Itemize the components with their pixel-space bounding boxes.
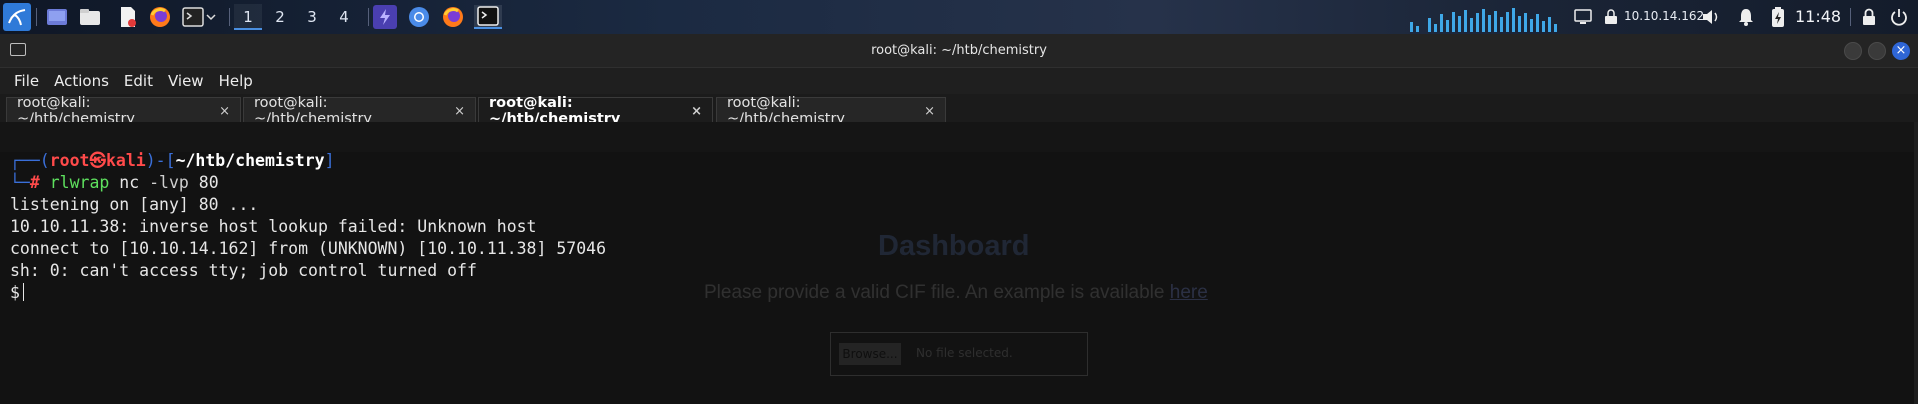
volume-icon[interactable] (1699, 5, 1723, 29)
menu-help[interactable]: Help (219, 72, 253, 90)
terminal-launcher-icon[interactable] (181, 5, 205, 29)
prompt-decoration: ┌──( (10, 151, 50, 170)
command-flag: -lvp (149, 173, 189, 192)
tab-2[interactable]: root@kali: ~/htb/chemistry × (243, 95, 476, 127)
shell-prompt-line[interactable]: $ (10, 282, 606, 304)
prompt-line: ┌──(root㉿kali)-[~/htb/chemistry] (10, 150, 606, 172)
menubar: File Actions Edit View Help (0, 68, 1918, 94)
command-name: rlwrap (49, 173, 110, 192)
background-browse-button: Browse... (839, 343, 901, 365)
tab-4[interactable]: root@kali: ~/htb/chemistry × (716, 95, 946, 127)
command-args: nc (109, 173, 150, 192)
prompt-decoration: └─ (10, 173, 30, 192)
background-heading: Dashboard (878, 230, 1030, 262)
output-line: connect to [10.10.14.162] from (UNKNOWN)… (10, 239, 607, 258)
prompt-host: kali (106, 151, 146, 170)
terminal-output-area[interactable]: Dashboard Please provide a valid CIF fil… (0, 122, 1918, 404)
prompt-user: root (49, 151, 90, 170)
output-line: listening on [any] 80 ... (10, 195, 259, 214)
tab-3-active[interactable]: root@kali: ~/htb/chemistry × (478, 95, 713, 127)
terminal-lines: ┌──(root㉿kali)-[~/htb/chemistry] └─# rlwr… (10, 150, 606, 304)
prompt-decoration: ] (324, 151, 335, 170)
tab-close-icon[interactable]: × (219, 104, 230, 119)
window-title: root@kali: ~/htb/chemistry (871, 43, 1047, 58)
file-manager-icon[interactable] (78, 5, 102, 29)
menu-view[interactable]: View (168, 72, 204, 90)
show-desktop-icon[interactable] (45, 5, 69, 29)
workspace-4[interactable]: 4 (330, 4, 358, 30)
chevron-down-icon[interactable] (204, 5, 218, 29)
clock: 11:48 (1795, 7, 1842, 26)
tab-bar: root@kali: ~/htb/chemistry × root@kali: … (0, 94, 1918, 127)
chromium-app-icon[interactable] (407, 5, 431, 29)
ip-address: 10.10.14.162 (1624, 9, 1705, 23)
text-editor-icon[interactable] (116, 5, 140, 29)
firefox-app-icon[interactable] (441, 5, 465, 29)
workspace-1[interactable]: 1 (234, 4, 262, 30)
taskbar-separator (368, 8, 369, 26)
firefox-icon[interactable] (148, 5, 172, 29)
workspace-3[interactable]: 3 (298, 4, 326, 30)
prompt-at: ㉿ (89, 151, 107, 170)
notifications-bell-icon[interactable] (1734, 5, 1758, 29)
taskbar-separator (1850, 8, 1851, 26)
output-line: 10.10.11.38: inverse host lookup failed:… (10, 217, 537, 236)
menu-file[interactable]: File (14, 72, 39, 90)
taskbar: 1 2 3 4 10.10.14.162 11:48 (0, 0, 1918, 34)
battery-charging-icon[interactable] (1766, 5, 1790, 29)
background-file-input: Browse... No file selected. (830, 332, 1088, 376)
background-instruction: Please provide a valid CIF file. An exam… (704, 282, 1208, 304)
prompt-hash: # (29, 173, 50, 192)
terminal-scrollbar[interactable] (1914, 122, 1918, 404)
display-icon[interactable] (1571, 5, 1595, 29)
tab-close-icon[interactable]: × (924, 104, 935, 119)
power-icon[interactable] (1887, 5, 1911, 29)
taskbar-separator (36, 8, 37, 26)
tab-1[interactable]: root@kali: ~/htb/chemistry × (6, 95, 241, 127)
cpu-graph-icon (1410, 8, 1557, 32)
close-button[interactable]: × (1892, 42, 1910, 60)
background-instruction-text: Please provide a valid CIF file. An exam… (704, 282, 1170, 303)
vpn-lock-icon[interactable] (1599, 5, 1623, 29)
background-bar (0, 122, 1918, 152)
command-port: 80 (188, 173, 219, 192)
terminal-app-icon[interactable] (474, 5, 502, 29)
background-file-status: No file selected. (916, 346, 1013, 360)
window-titlebar[interactable]: root@kali: ~/htb/chemistry × (0, 34, 1918, 68)
tab-close-icon[interactable]: × (691, 104, 702, 119)
lock-screen-icon[interactable] (1857, 5, 1881, 29)
prompt-path: ~/htb/chemistry (175, 151, 325, 170)
minimize-button[interactable] (1844, 42, 1862, 60)
kali-menu-icon[interactable] (3, 3, 31, 31)
menu-edit[interactable]: Edit (124, 72, 153, 90)
output-line: sh: 0: can't access tty; job control tur… (10, 261, 477, 280)
text-cursor (22, 283, 24, 301)
taskbar-separator (229, 8, 230, 26)
menu-actions[interactable]: Actions (54, 72, 109, 90)
command-line: └─# rlwrap nc -lvp 80 (10, 172, 606, 194)
burp-app-icon[interactable] (373, 5, 397, 29)
prompt-decoration: )-[ (145, 151, 176, 170)
shell-prompt: $ (10, 283, 20, 302)
workspace-2[interactable]: 2 (266, 4, 294, 30)
tab-close-icon[interactable]: × (454, 104, 465, 119)
maximize-button[interactable] (1868, 42, 1886, 60)
background-link: here (1169, 282, 1208, 303)
